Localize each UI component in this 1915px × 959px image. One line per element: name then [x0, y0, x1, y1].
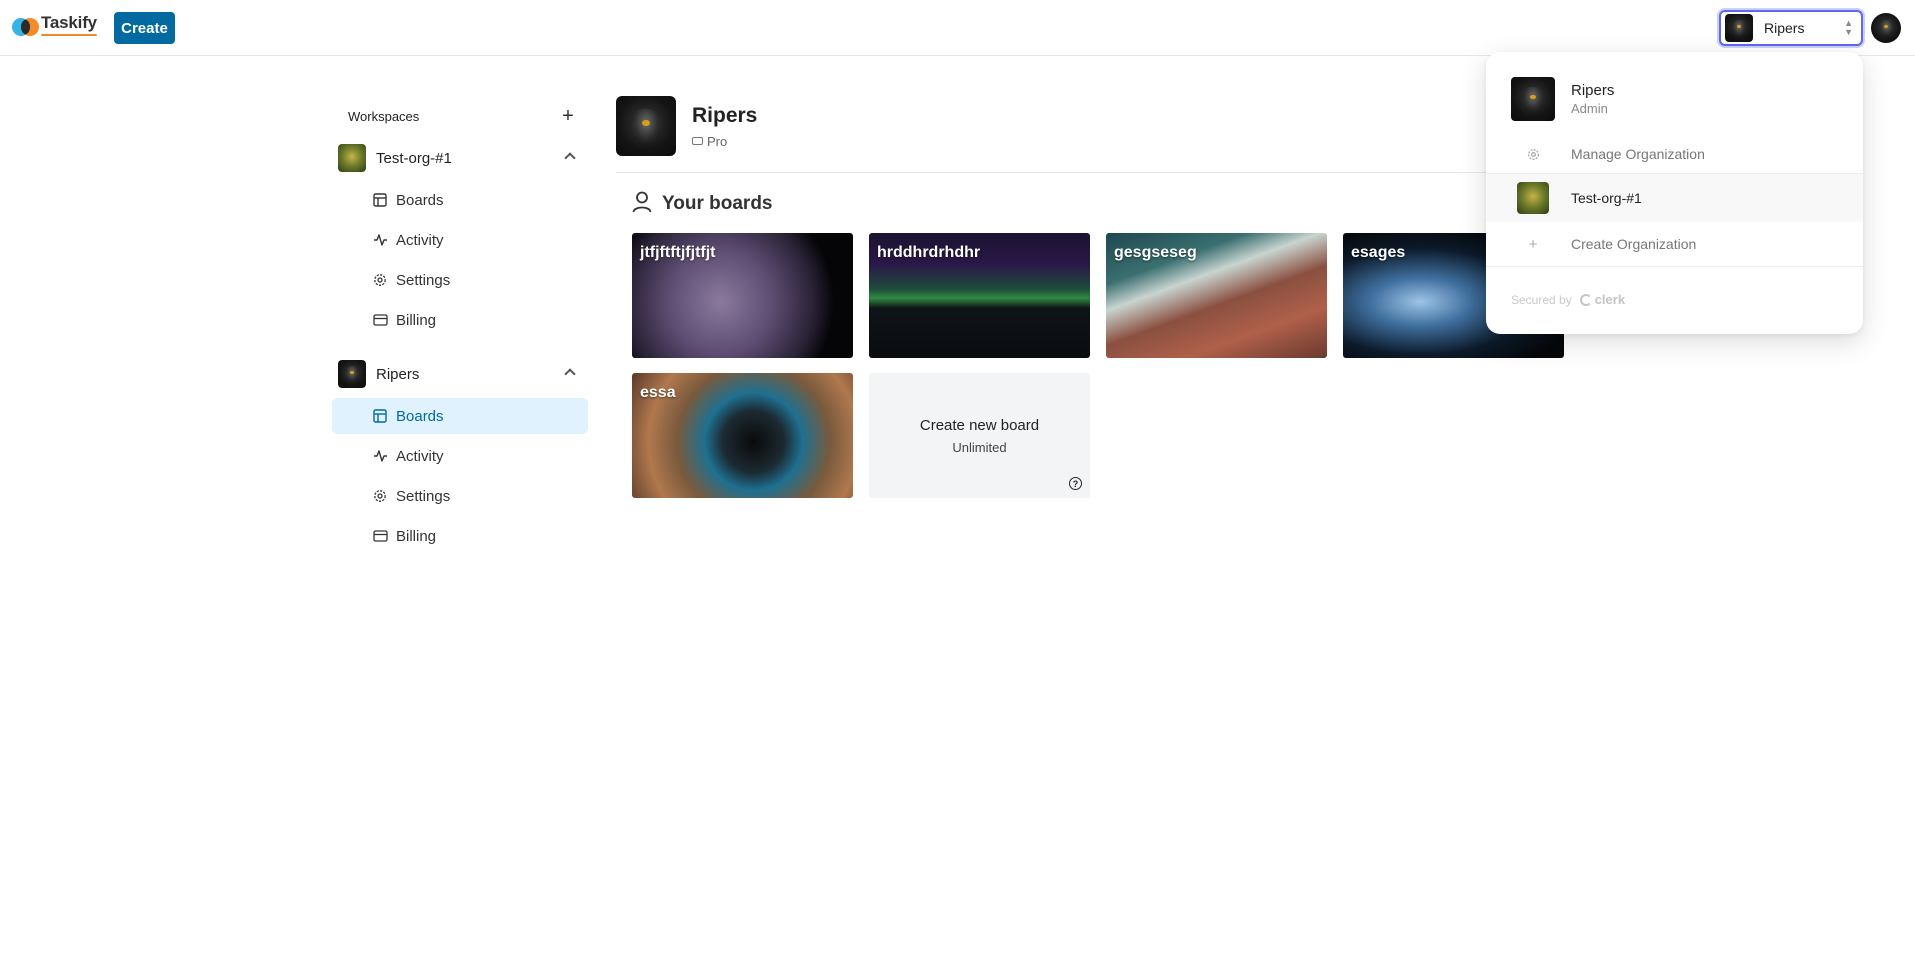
org-header: Ripers Pro [616, 96, 1566, 156]
chevron-up-down-icon: ▲ ▼ [1844, 18, 1853, 37]
logo-text: Taskify [41, 13, 97, 36]
clerk-icon [1579, 293, 1592, 306]
sidebar-item-label: Settings [396, 487, 451, 505]
user-avatar[interactable] [1871, 13, 1901, 43]
credit-card-icon [372, 312, 388, 328]
help-circle-icon[interactable]: ? [1069, 477, 1082, 490]
clerk-brand: clerk [1594, 292, 1626, 307]
sidebar-org-name: Test-org-#1 [376, 149, 452, 167]
divider [616, 172, 1566, 173]
workspaces-header: Workspaces + [332, 96, 588, 136]
gear-icon [372, 272, 388, 288]
org-avatar [1517, 182, 1549, 214]
org-avatar [616, 96, 676, 156]
sidebar-item-label: Boards [396, 407, 444, 425]
credit-card-icon [692, 137, 703, 145]
sidebar-item-boards[interactable]: Boards [332, 398, 588, 434]
section-title: Your boards [662, 193, 773, 214]
clerk-logo[interactable]: clerk [1579, 292, 1626, 307]
board-card[interactable]: jtfjftftjfjtfjt [632, 233, 853, 358]
sidebar-item-settings[interactable]: Settings [332, 262, 588, 298]
org-title: Ripers [692, 103, 758, 127]
create-organization-button[interactable]: + Create Organization [1486, 222, 1863, 266]
organization-switcher[interactable]: Ripers ▲ ▼ [1719, 10, 1863, 46]
chevron-up-icon [564, 368, 576, 380]
org-switcher-dropdown: Ripers Admin Manage Organization Test-or… [1486, 52, 1863, 334]
create-button[interactable]: Create [114, 12, 175, 44]
board-title: hrddhrdrhdhr [877, 244, 981, 261]
gear-icon [1511, 148, 1555, 161]
plus-icon: + [1528, 235, 1538, 253]
gear-icon [372, 488, 388, 504]
org-option-test-org[interactable]: Test-org-#1 [1486, 174, 1863, 222]
plan-badge: Pro [692, 134, 757, 149]
create-board-title: Create new board [919, 416, 1040, 434]
sidebar: Workspaces + Test-org-#1 Boards Activity… [332, 96, 588, 554]
org-avatar [1511, 77, 1555, 121]
sidebar-item-activity[interactable]: Activity [332, 222, 588, 258]
create-board-card[interactable]: Create new board Unlimited ? [869, 373, 1090, 498]
layout-icon [372, 408, 388, 424]
sidebar-item-label: Activity [396, 231, 444, 249]
your-boards-header: Your boards [632, 191, 1566, 217]
taskify-logo[interactable]: Taskify [12, 12, 97, 40]
sidebar-item-boards[interactable]: Boards [332, 182, 588, 218]
activity-icon [372, 232, 388, 248]
logo-icon [12, 15, 40, 37]
active-org-name: Ripers [1571, 82, 1615, 99]
workspaces-heading: Workspaces [348, 108, 420, 124]
sidebar-org-test-org[interactable]: Test-org-#1 [332, 138, 588, 178]
sidebar-item-billing[interactable]: Billing [332, 302, 588, 338]
divider [1486, 266, 1863, 267]
secured-by-text: Secured by [1511, 292, 1572, 307]
secured-by-footer: Secured by clerk [1511, 292, 1625, 307]
sidebar-item-label: Activity [396, 447, 444, 465]
board-card[interactable]: hrddhrdrhdhr [869, 233, 1090, 358]
sidebar-item-label: Boards [396, 191, 444, 209]
org-avatar [1725, 14, 1753, 42]
user-icon [632, 191, 652, 218]
sidebar-item-billing[interactable]: Billing [332, 518, 588, 554]
board-title: esages [1351, 244, 1406, 261]
credit-card-icon [372, 528, 388, 544]
sidebar-item-label: Billing [396, 311, 437, 329]
org-switcher-label: Ripers [1764, 20, 1805, 36]
board-card[interactable]: gesgseseg [1106, 233, 1327, 358]
org-option-label: Test-org-#1 [1571, 190, 1642, 206]
layout-icon [372, 192, 388, 208]
active-org: Ripers Admin [1511, 77, 1614, 121]
org-avatar-wrap [1511, 182, 1555, 214]
sidebar-item-activity[interactable]: Activity [332, 438, 588, 474]
sidebar-item-settings[interactable]: Settings [332, 478, 588, 514]
manage-organization-label: Manage Organization [1571, 146, 1705, 162]
sidebar-org-ripers[interactable]: Ripers [332, 354, 588, 394]
create-board-subtitle: Unlimited [952, 439, 1007, 455]
manage-organization-button[interactable]: Manage Organization [1486, 132, 1863, 176]
activity-icon [372, 448, 388, 464]
sidebar-org-name: Ripers [376, 365, 420, 383]
org-avatar [338, 144, 366, 172]
main-content: Ripers Pro Your boards jtfjftftjfjtfjt h… [616, 96, 1566, 498]
board-title: essa [640, 384, 676, 401]
chevron-up-icon [564, 152, 576, 164]
board-title: gesgseseg [1114, 244, 1197, 261]
plan-label: Pro [707, 133, 728, 149]
add-workspace-icon[interactable]: + [558, 105, 578, 128]
board-title: jtfjftftjfjtfjt [640, 244, 716, 261]
org-avatar [338, 360, 366, 388]
sidebar-item-label: Settings [396, 271, 451, 289]
sidebar-item-label: Billing [396, 527, 437, 545]
navbar: Taskify Create Ripers ▲ ▼ [0, 0, 1915, 56]
board-card[interactable]: essa [632, 373, 853, 498]
active-org-role: Admin [1571, 101, 1608, 116]
create-organization-label: Create Organization [1571, 236, 1697, 252]
